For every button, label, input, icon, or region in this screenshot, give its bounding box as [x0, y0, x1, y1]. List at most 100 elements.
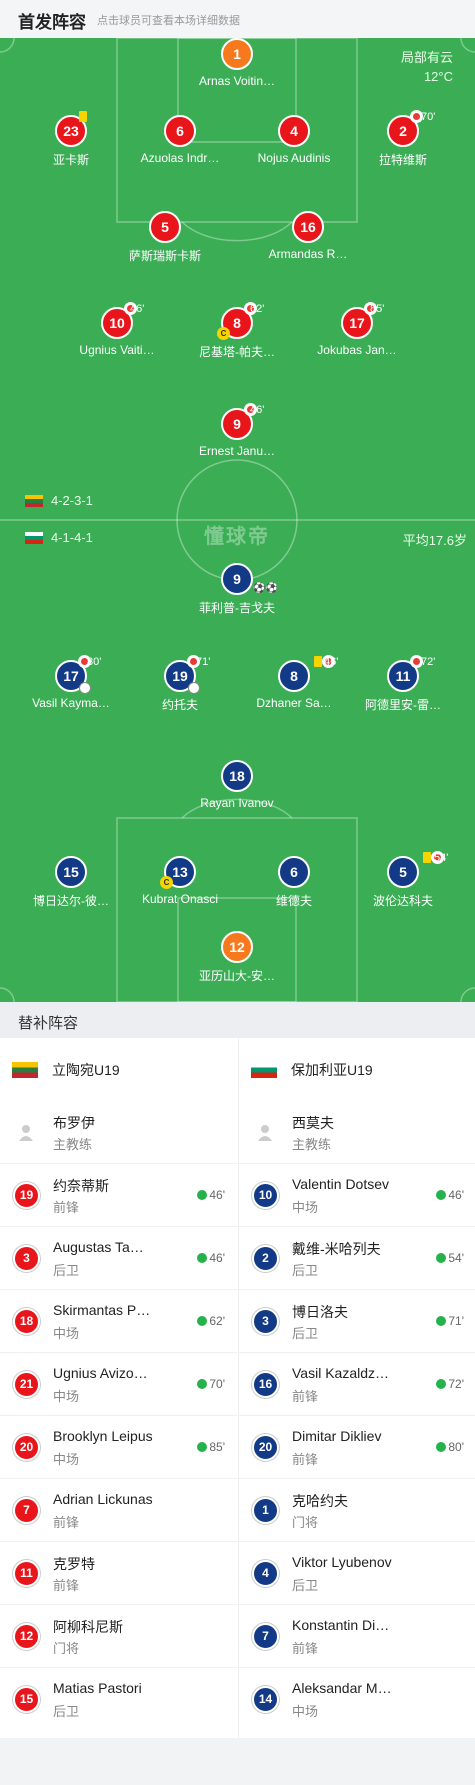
player-name: 波伦达科夫 — [372, 894, 433, 908]
jersey-number: 20 — [252, 1434, 279, 1461]
swap-icon — [188, 682, 200, 694]
captain-badge-icon: C — [217, 327, 230, 340]
away-player-9[interactable]: 9 菲利普-吉戈夫 ⚽⚽ — [172, 563, 302, 616]
home-player-16[interactable]: 16 Armandas R… — [243, 211, 373, 261]
player-name: Rayan Ivanov — [200, 796, 274, 810]
jersey-number: 9 — [233, 416, 241, 432]
sub-row[interactable]: 16 Vasil Kazaldz… 前锋 72' — [239, 1353, 475, 1416]
away-player-19[interactable]: 19 约托夫 71' — [115, 655, 245, 713]
jersey-number: 10 — [252, 1182, 279, 1209]
away-player-12[interactable]: 12 亚历山大-安… — [172, 931, 302, 984]
sub-row[interactable]: 12 阿柳科尼斯 门将 — [0, 1605, 237, 1668]
sub-in-minute: 72' — [436, 1377, 464, 1391]
home-player-6[interactable]: 6 Azuolas Indr… — [115, 115, 245, 165]
sub-minute: 46' — [324, 656, 339, 668]
player-position: 前锋 — [292, 1452, 319, 1467]
player-position: 前锋 — [53, 1200, 80, 1215]
pitch-watermark-logo: 懂球帝 — [204, 526, 270, 548]
sub-minute: 72' — [421, 656, 436, 668]
player-name: 约托夫 — [161, 698, 198, 712]
player-position: 门将 — [53, 1641, 80, 1656]
jersey-number: 13 — [172, 864, 188, 880]
player-name: Brooklyn Leipus — [53, 1428, 153, 1444]
home-player-5[interactable]: 5 萨斯瑞斯卡斯 — [100, 211, 230, 264]
away-team-label: 保加利亚U19 — [251, 1060, 373, 1080]
coach-role: 主教练 — [292, 1137, 332, 1152]
jersey-number: 23 — [63, 123, 79, 139]
subs-title: 替补阵容 — [18, 1015, 79, 1032]
player-name: 约奈蒂斯 — [53, 1178, 109, 1194]
subs-header: 替补阵容 — [0, 1002, 475, 1038]
home-player-2[interactable]: 2 拉特维斯 70' — [338, 110, 468, 168]
sub-row[interactable]: 3 博日洛夫 后卫 71' — [239, 1290, 475, 1353]
sub-row[interactable]: 14 Aleksandar M… 中场 — [239, 1668, 475, 1731]
jersey-number: 4 — [252, 1560, 279, 1587]
player-name: Skirmantas P… — [53, 1302, 151, 1318]
player-position: 前锋 — [292, 1389, 319, 1404]
sub-row[interactable]: 11 克罗特 前锋 — [0, 1542, 237, 1605]
player-name: 克罗特 — [53, 1556, 95, 1572]
sub-row[interactable]: 18 Skirmantas P… 中场 62' — [0, 1290, 237, 1353]
home-player-10[interactable]: 10 Ugnius Vaiti… 46' — [52, 302, 182, 357]
jersey-number: 5 — [149, 211, 181, 243]
pitch: 懂球帝 局部有云 12°C 4-2-3-1 4-1-4-1 平均17.6岁 1 A… — [0, 38, 475, 1002]
away-coach-row[interactable]: 西莫夫 主教练 — [239, 1101, 475, 1164]
away-player-5[interactable]: 5 波伦达科夫 54' — [338, 851, 468, 909]
home-player-1[interactable]: 1 Arnas Voitin… — [172, 38, 302, 88]
sub-row[interactable]: 7 Adrian Lickunas 前锋 — [0, 1479, 237, 1542]
jersey-number: 21 — [13, 1371, 40, 1398]
away-player-18[interactable]: 18 Rayan Ivanov — [172, 760, 302, 810]
coach-name: 布罗伊 — [53, 1115, 95, 1131]
sub-row[interactable]: 15 Matias Pastori 后卫 — [0, 1668, 237, 1731]
lithuania-flag-icon — [12, 1062, 38, 1078]
player-position: 后卫 — [292, 1578, 319, 1593]
weather-temp: 12°C — [423, 69, 453, 84]
player-position: 后卫 — [53, 1704, 80, 1719]
player-name: Valentin Dotsev — [292, 1176, 390, 1192]
player-name: Adrian Lickunas — [53, 1491, 153, 1507]
sub-minute: 62' — [250, 303, 265, 315]
away-player-13[interactable]: 13 C Kubrat Onasci — [115, 856, 245, 906]
sub-row[interactable]: 3 Augustas Ta… 后卫 46' — [0, 1227, 237, 1290]
sub-in-minute: 70' — [197, 1377, 225, 1391]
player-name: 戴维-米哈列夫 — [292, 1241, 381, 1257]
sub-in-minute: 62' — [197, 1314, 225, 1328]
jersey-number: 15 — [13, 1686, 40, 1713]
sub-row[interactable]: 7 Konstantin Di… 前锋 — [239, 1605, 475, 1668]
home-player-17[interactable]: 17 Jokubas Jan… 85' — [292, 302, 422, 357]
sub-in-minute: 46' — [197, 1188, 225, 1202]
sub-in-minute: 54' — [436, 1251, 464, 1265]
coach-avatar-icon — [258, 1125, 272, 1141]
player-name: 尼基塔-帕夫… — [199, 345, 275, 359]
jersey-number: 4 — [278, 115, 310, 147]
jersey-number: 20 — [13, 1434, 40, 1461]
home-player-9[interactable]: 9 Ernest Janu… 46' — [172, 403, 302, 458]
player-name: Vasil Kazaldz… — [292, 1365, 390, 1381]
away-player-11[interactable]: 11 阿德里安-雷… 72' — [338, 655, 468, 713]
sub-row[interactable]: 21 Ugnius Avizo… 中场 70' — [0, 1353, 237, 1416]
player-position: 中场 — [292, 1704, 319, 1719]
jersey-number: 2 — [399, 123, 407, 139]
yellow-card-icon — [423, 852, 431, 863]
home-coach-row[interactable]: 布罗伊 主教练 — [0, 1101, 237, 1164]
sub-row[interactable]: 4 Viktor Lyubenov 后卫 — [239, 1542, 475, 1605]
sub-minute: 80' — [87, 656, 102, 668]
jersey-number: 11 — [13, 1560, 40, 1587]
jersey-number: 14 — [252, 1686, 279, 1713]
sub-row[interactable]: 20 Dimitar Dikliev 前锋 80' — [239, 1416, 475, 1479]
sub-row[interactable]: 19 约奈蒂斯 前锋 46' — [0, 1164, 237, 1227]
player-name: Arnas Voitin… — [198, 74, 276, 88]
sub-row[interactable]: 20 Brooklyn Leipus 中场 85' — [0, 1416, 237, 1479]
player-name: Kubrat Onasci — [141, 892, 219, 906]
sub-row[interactable]: 1 克哈约夫 门将 — [239, 1479, 475, 1542]
player-name: Konstantin Di… — [292, 1617, 390, 1633]
bulgaria-flag-icon — [251, 1062, 277, 1078]
jersey-number: 7 — [13, 1497, 40, 1524]
sub-in-minute: 85' — [197, 1440, 225, 1454]
sub-minute: 71' — [196, 656, 211, 668]
sub-row[interactable]: 10 Valentin Dotsev 中场 46' — [239, 1164, 475, 1227]
sub-row[interactable]: 2 戴维-米哈列夫 后卫 54' — [239, 1227, 475, 1290]
jersey-number: 18 — [13, 1308, 40, 1335]
coach-avatar-icon — [19, 1125, 33, 1141]
home-player-8[interactable]: 8 C 尼基塔-帕夫… 62' — [172, 302, 302, 360]
